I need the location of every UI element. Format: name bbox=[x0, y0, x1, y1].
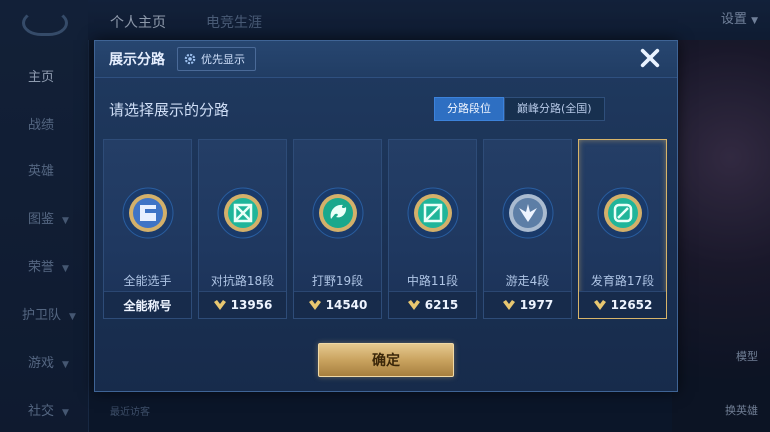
priority-display-button[interactable]: 优先显示 bbox=[177, 47, 256, 71]
toggle-lane-rank[interactable]: 分路段位 bbox=[434, 97, 504, 121]
modal-title: 展示分路 bbox=[109, 52, 165, 68]
lane-card-score: 14540 bbox=[325, 298, 368, 312]
lane-card-footer: 13956 bbox=[199, 291, 286, 318]
lane-card-footer: 12652 bbox=[579, 291, 666, 318]
lane-card-score: 13956 bbox=[230, 298, 273, 312]
toggle-peak-lane[interactable]: 巅峰分路(全国) bbox=[504, 97, 605, 121]
modal-header: 展示分路 优先显示 bbox=[95, 41, 677, 78]
lane-card-footer-text: 全能称号 bbox=[123, 298, 172, 313]
lane-card-roam[interactable]: 游走4段 1977 bbox=[483, 139, 572, 319]
farm-lane-badge-icon bbox=[597, 187, 648, 239]
lane-card-footer: 全能称号 bbox=[104, 291, 191, 318]
close-icon bbox=[640, 48, 660, 68]
lane-card-name: 游走4段 bbox=[505, 274, 550, 288]
roam-badge-icon bbox=[502, 187, 553, 239]
allround-badge-icon bbox=[122, 187, 173, 239]
gear-icon bbox=[184, 53, 196, 65]
lane-card-name: 打野19段 bbox=[311, 274, 364, 288]
score-icon bbox=[213, 300, 226, 310]
lane-card-farm[interactable]: 发育路17段 12652 bbox=[578, 139, 667, 319]
close-button[interactable] bbox=[635, 43, 665, 73]
lane-card-name: 发育路17段 bbox=[590, 274, 655, 288]
lane-card-score: 6215 bbox=[424, 298, 459, 312]
lane-card-footer: 6215 bbox=[389, 291, 476, 318]
priority-display-label: 优先显示 bbox=[201, 53, 245, 66]
score-icon bbox=[407, 300, 420, 310]
lane-card-name: 对抗路18段 bbox=[210, 274, 275, 288]
clash-lane-badge-icon bbox=[217, 187, 268, 239]
score-icon bbox=[502, 300, 515, 310]
lane-display-modal: 展示分路 优先显示 请选择展示的分路 分路段位 巅峰分路(全国) 全能选手 全能… bbox=[94, 40, 678, 392]
lane-card-footer: 1977 bbox=[484, 291, 571, 318]
lane-card-clash[interactable]: 对抗路18段 13956 bbox=[198, 139, 287, 319]
lane-card-jungle[interactable]: 打野19段 14540 bbox=[293, 139, 382, 319]
mid-lane-badge-icon bbox=[407, 187, 458, 239]
score-icon bbox=[593, 300, 606, 310]
confirm-button[interactable]: 确定 bbox=[318, 343, 454, 377]
lane-card-score: 12652 bbox=[610, 298, 653, 312]
lane-mode-toggle: 分路段位 巅峰分路(全国) bbox=[434, 97, 605, 121]
lane-card-mid[interactable]: 中路11段 6215 bbox=[388, 139, 477, 319]
lane-card-footer: 14540 bbox=[294, 291, 381, 318]
lane-card-score: 1977 bbox=[519, 298, 554, 312]
score-icon bbox=[308, 300, 321, 310]
lane-card-name: 中路11段 bbox=[406, 274, 459, 288]
jungle-badge-icon bbox=[312, 187, 363, 239]
lane-card-name: 全能选手 bbox=[123, 274, 172, 288]
modal-subtitle: 请选择展示的分路 bbox=[109, 101, 230, 119]
lane-card-allround[interactable]: 全能选手 全能称号 bbox=[103, 139, 192, 319]
